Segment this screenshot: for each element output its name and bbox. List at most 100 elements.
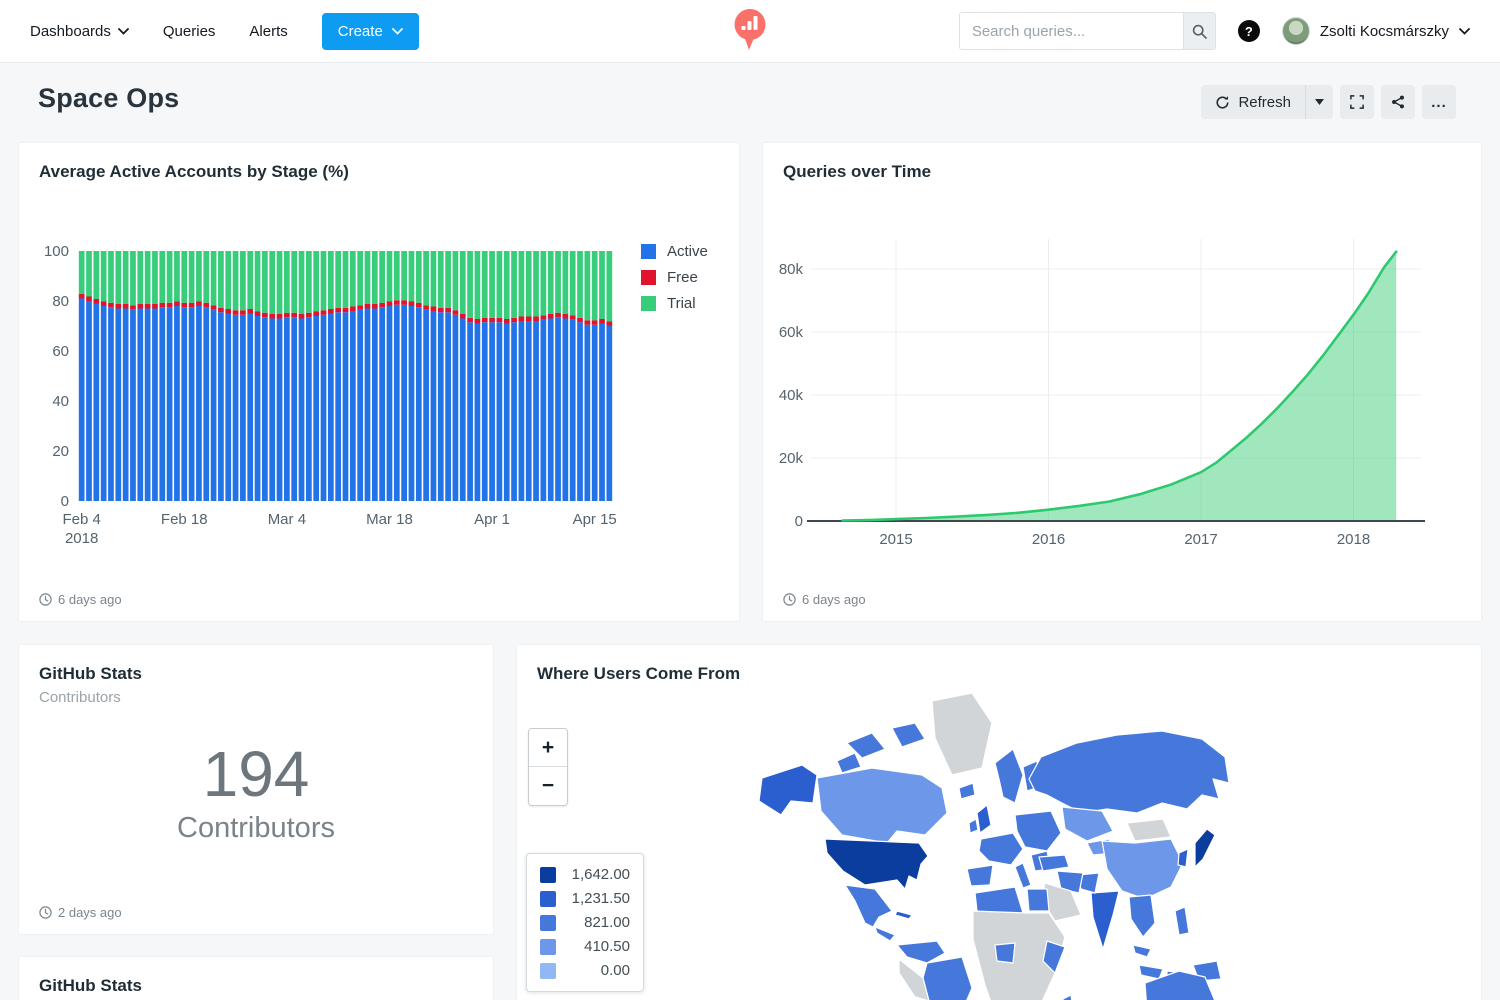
svg-text:Mar 18: Mar 18 <box>366 511 413 528</box>
legend-item[interactable]: Trial <box>641 295 708 312</box>
refresh-button[interactable]: Refresh <box>1201 85 1305 119</box>
svg-text:40: 40 <box>52 393 69 410</box>
create-button[interactable]: Create <box>322 13 419 50</box>
chart-legend: Active Free Trial <box>641 243 708 312</box>
svg-text:20: 20 <box>52 443 69 460</box>
map-legend-item: 1,642.00 <box>540 866 630 883</box>
stacked-bar-chart[interactable]: 020406080100Feb 42018Feb 18Mar 4Mar 18Ap… <box>19 143 741 623</box>
map-legend-item: 821.00 <box>540 914 630 931</box>
redash-logo-icon <box>734 8 767 52</box>
map-legend-item: 1,231.50 <box>540 890 630 907</box>
legend-label: Trial <box>667 295 696 312</box>
svg-text:2018: 2018 <box>65 530 98 547</box>
map-legend-value: 1,231.50 <box>565 890 630 907</box>
map-legend-swatch <box>540 915 556 931</box>
share-icon <box>1391 95 1405 109</box>
map-legend-swatch <box>540 963 556 979</box>
map-legend-value: 1,642.00 <box>565 866 630 883</box>
svg-text:0: 0 <box>61 493 69 510</box>
svg-text:80k: 80k <box>779 261 804 278</box>
nav-alerts[interactable]: Alerts <box>249 23 287 40</box>
counter-label: Contributors <box>19 812 493 845</box>
refresh-dropdown-button[interactable] <box>1305 85 1333 119</box>
chevron-down-icon <box>1459 28 1470 35</box>
svg-text:2016: 2016 <box>1032 531 1065 548</box>
chevron-down-icon <box>392 28 403 35</box>
refresh-icon <box>1215 95 1230 110</box>
user-menu[interactable]: Zsolti Kocsmárszky <box>1282 17 1470 45</box>
legend-swatch <box>641 270 656 285</box>
search-button[interactable] <box>1183 13 1215 49</box>
svg-text:100: 100 <box>44 243 69 260</box>
panel-accounts-by-stage: Average Active Accounts by Stage (%) 020… <box>18 142 740 622</box>
updated-at: 2 days ago <box>58 905 122 920</box>
fullscreen-button[interactable] <box>1340 85 1374 119</box>
share-button[interactable] <box>1381 85 1415 119</box>
user-name: Zsolti Kocsmárszky <box>1320 23 1449 40</box>
svg-text:Apr 1: Apr 1 <box>474 511 510 528</box>
zoom-out-button[interactable]: − <box>529 767 567 805</box>
legend-label: Active <box>667 243 708 260</box>
chevron-down-icon <box>118 28 129 35</box>
panel-footer: 6 days ago <box>783 592 866 607</box>
svg-text:2017: 2017 <box>1184 531 1217 548</box>
panel-title: Where Users Come From <box>537 664 740 684</box>
counter: 194 Contributors <box>19 741 493 845</box>
panel-subtitle: Contributors <box>39 689 121 706</box>
svg-text:0: 0 <box>795 513 803 530</box>
legend-swatch <box>641 244 656 259</box>
redash-logo[interactable] <box>734 8 767 52</box>
top-nav: Dashboards Queries Alerts Create <box>0 0 1500 63</box>
help-icon[interactable]: ? <box>1238 20 1260 42</box>
svg-text:Feb 18: Feb 18 <box>161 511 208 528</box>
search-box <box>959 12 1216 50</box>
search-input[interactable] <box>960 13 1183 49</box>
nav-dashboards[interactable]: Dashboards <box>30 23 129 40</box>
map-legend-value: 0.00 <box>565 962 630 979</box>
area-chart[interactable]: 2015 2016 2017 2018 0 20k 40k 60k 80k <box>763 143 1483 623</box>
svg-text:2018: 2018 <box>1337 531 1370 548</box>
counter-value: 194 <box>19 741 493 808</box>
panel-where-users-come-from: Where Users Come From + − 1,642.00 1,231.… <box>516 644 1482 1000</box>
panel-github-stats: GitHub Stats Contributors 194 Contributo… <box>18 644 494 935</box>
svg-text:60: 60 <box>52 343 69 360</box>
svg-text:2015: 2015 <box>879 531 912 548</box>
ellipsis-icon: ... <box>1431 94 1447 111</box>
legend-swatch <box>641 296 656 311</box>
dashboard-toolbar: Refresh ... <box>1201 85 1456 119</box>
nav-queries[interactable]: Queries <box>163 23 216 40</box>
legend-label: Free <box>667 269 698 286</box>
map-legend-item: 0.00 <box>540 962 630 979</box>
map-legend-swatch <box>540 939 556 955</box>
search-icon <box>1192 24 1207 39</box>
caret-down-icon <box>1315 99 1324 105</box>
world-choropleth-map[interactable] <box>747 683 1247 1000</box>
legend-item[interactable]: Free <box>641 269 708 286</box>
panel-title: GitHub Stats <box>39 976 142 996</box>
map-legend-value: 821.00 <box>565 914 630 931</box>
map-legend: 1,642.00 1,231.50 821.00 410.50 0.00 <box>526 853 644 992</box>
svg-text:40k: 40k <box>779 387 804 404</box>
map-legend-item: 410.50 <box>540 938 630 955</box>
panel-title: GitHub Stats <box>39 664 142 684</box>
map-zoom-controls: + − <box>528 728 568 806</box>
svg-text:60k: 60k <box>779 324 804 341</box>
updated-at: 6 days ago <box>58 592 122 607</box>
legend-item[interactable]: Active <box>641 243 708 260</box>
map-legend-swatch <box>540 891 556 907</box>
clock-icon <box>783 593 796 606</box>
svg-text:Apr 15: Apr 15 <box>573 511 617 528</box>
panel-footer: 2 days ago <box>39 905 122 920</box>
clock-icon <box>39 593 52 606</box>
avatar <box>1282 17 1310 45</box>
panel-github-stats-2: GitHub Stats <box>18 956 494 1000</box>
fullscreen-icon <box>1350 95 1364 109</box>
page-title: Space Ops <box>38 83 179 114</box>
panel-footer: 6 days ago <box>39 592 122 607</box>
svg-text:Feb 4: Feb 4 <box>62 511 100 528</box>
svg-text:80: 80 <box>52 293 69 310</box>
panel-queries-over-time: Queries over Time 2015201620172018020k40… <box>762 142 1482 622</box>
svg-text:20k: 20k <box>779 450 804 467</box>
zoom-in-button[interactable]: + <box>529 729 567 767</box>
more-button[interactable]: ... <box>1422 85 1456 119</box>
